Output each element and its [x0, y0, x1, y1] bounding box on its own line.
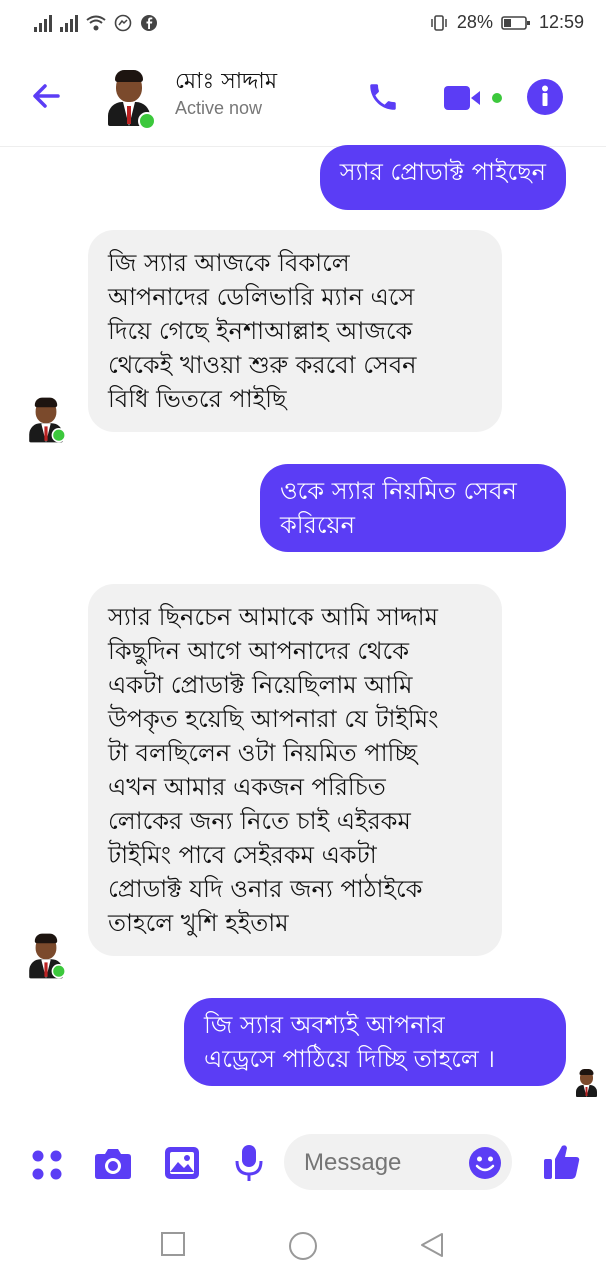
online-indicator	[51, 428, 66, 443]
active-status: Active now	[175, 98, 263, 118]
online-indicator	[51, 964, 66, 979]
online-indicator	[138, 112, 156, 130]
vibrate-icon	[431, 14, 447, 31]
clock: 12:59	[538, 12, 584, 32]
thumbs-up-icon[interactable]	[542, 1142, 582, 1182]
message-bubble-outgoing[interactable]: জি স্যার অবশ্যই আপনার এড্রেসে পাঠিয়ে দি…	[184, 998, 566, 1086]
nav-back-icon[interactable]	[418, 1231, 446, 1259]
status-icons-left	[34, 14, 158, 32]
microphone-icon[interactable]	[234, 1144, 264, 1182]
wifi-icon	[86, 15, 106, 31]
menu-dots-icon[interactable]	[30, 1148, 64, 1182]
status-icons-right: 28% 12:59	[429, 12, 584, 33]
battery-percent: 28%	[456, 12, 493, 32]
emoji-icon[interactable]	[468, 1146, 502, 1180]
info-icon[interactable]	[526, 78, 564, 116]
phone-icon[interactable]	[366, 80, 400, 114]
contact-avatar[interactable]	[104, 68, 156, 130]
messenger-notif-icon	[114, 14, 132, 32]
signal-icon	[34, 14, 52, 32]
message-bubble-incoming[interactable]: জি স্যার আজকে বিকালে আপনাদের ডেলিভারি ম্…	[88, 230, 502, 432]
message-bubble-incoming[interactable]: স্যার ছিনচেন আমাকে আমি সাদ্দাম কিছুদিন আ…	[88, 584, 502, 956]
sender-avatar	[26, 396, 66, 443]
battery-icon	[501, 15, 530, 30]
message-bubble-outgoing[interactable]: স্যার প্রোডাক্ট পাইছেন	[319, 145, 566, 210]
signal-icon-2	[60, 14, 78, 32]
gallery-icon[interactable]	[164, 1146, 200, 1180]
nav-square-icon[interactable]	[160, 1231, 186, 1257]
status-bar: 28% 12:59	[0, 0, 606, 50]
contact-name[interactable]: মোঃ সাদ্দাম	[175, 64, 277, 101]
video-camera-icon[interactable]	[444, 84, 506, 112]
chat-header: মোঃ সাদ্দাম Active now	[0, 50, 606, 147]
facebook-notif-icon	[141, 15, 157, 31]
nav-circle-icon[interactable]	[288, 1231, 318, 1261]
back-arrow-icon[interactable]	[28, 78, 64, 114]
composer-bar	[0, 1130, 606, 1200]
seen-receipt-avatar	[574, 1068, 599, 1098]
camera-icon[interactable]	[94, 1146, 132, 1180]
sender-avatar	[26, 932, 66, 979]
message-input[interactable]	[302, 1144, 456, 1182]
message-bubble-outgoing[interactable]: ওকে স্যার নিয়মিত সেবন করিয়েন	[260, 464, 566, 552]
system-nav-bar	[0, 1215, 606, 1275]
message-field	[284, 1134, 512, 1190]
